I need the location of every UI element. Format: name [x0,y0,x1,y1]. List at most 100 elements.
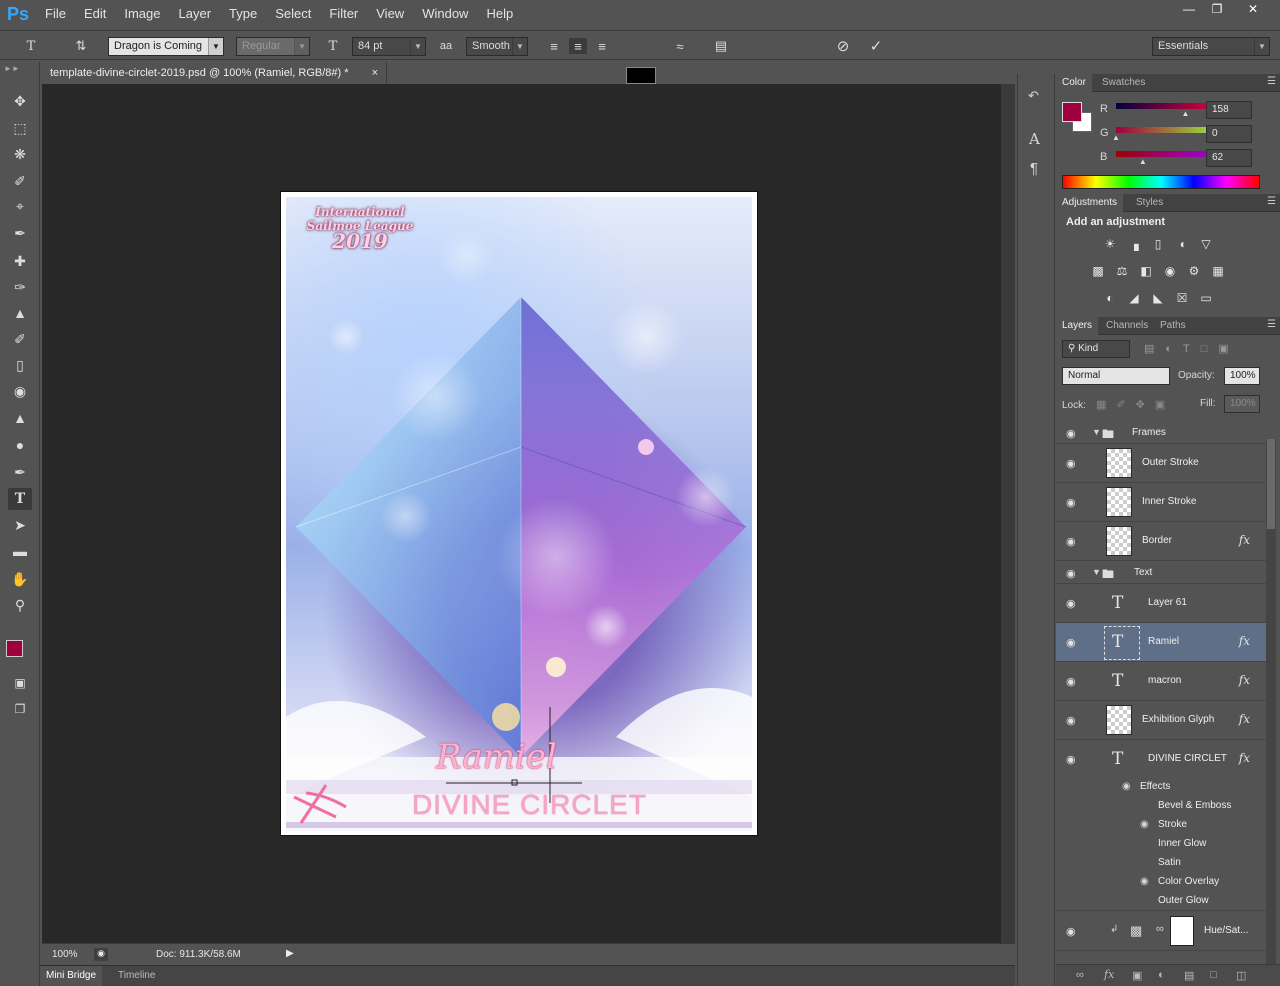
character-panel-icon[interactable]: A [1029,130,1040,148]
eye-icon[interactable]: ◉ [1122,781,1131,792]
layer-group-text[interactable]: ◉ ▼ 🖿 Text [1056,561,1266,584]
tab-paths[interactable]: Paths [1154,317,1192,335]
history-panel-icon[interactable]: ↶ [1028,88,1039,104]
layer-filter-select[interactable]: ⚲ Kind [1062,340,1130,358]
paragraph-panel-icon[interactable]: ¶ [1030,160,1038,177]
blue-value-field[interactable]: 62 [1206,149,1252,167]
align-center-icon[interactable]: ≡ [569,38,587,54]
hue-saturation-icon[interactable]: ▩ [1090,264,1106,278]
zoom-level[interactable]: 100% [52,949,78,960]
new-layer-icon[interactable]: □ [1210,969,1217,981]
layer-macron[interactable]: ◉ T macron fx [1056,662,1266,701]
posterize-icon[interactable]: ◢ [1126,291,1142,305]
tab-swatches[interactable]: Swatches [1096,74,1151,92]
eye-icon[interactable]: ◉ [1066,675,1080,688]
tab-channels[interactable]: Channels [1100,317,1154,335]
effect-satin[interactable]: Satin [1056,854,1266,873]
foreground-color-swatch[interactable] [6,640,23,657]
document-canvas[interactable]: International Sailmoe League 2019 Ramiel… [280,191,758,836]
levels-icon[interactable]: ▗ [1126,237,1142,251]
new-group-icon[interactable]: ▤ [1184,969,1194,982]
font-size-select[interactable]: 84 pt ▼ [352,37,426,56]
crop-tool-icon[interactable]: ⌖ [8,195,32,217]
black-white-icon[interactable]: ◧ [1138,264,1154,278]
eye-icon[interactable]: ◉ [1066,636,1080,649]
fx-icon[interactable]: fx [1239,712,1250,726]
add-style-icon[interactable]: fx [1104,968,1114,981]
fx-icon[interactable]: fx [1239,533,1250,547]
menu-layer[interactable]: Layer [170,0,221,28]
hand-tool-icon[interactable]: ✋ [8,568,32,590]
panel-menu-icon[interactable]: ☰ [1267,76,1276,87]
healing-brush-tool-icon[interactable]: ✚ [8,250,32,272]
align-right-icon[interactable]: ≡ [593,38,611,54]
fill-field[interactable]: 100% [1224,395,1260,413]
text-orientation-icon[interactable]: ⇅ [72,38,90,54]
marquee-tool-icon[interactable]: ⬚ [8,117,32,139]
eye-icon[interactable]: ◉ [1066,567,1080,580]
antialias-select[interactable]: Smooth ▼ [466,37,528,56]
type-tool-preset-icon[interactable]: T [22,38,40,54]
eraser-tool-icon[interactable]: ▯ [8,354,32,376]
trash-icon[interactable]: ◫ [1236,969,1246,982]
eye-icon[interactable]: ◉ [1066,925,1080,938]
warp-text-icon[interactable]: ≈ [671,38,689,54]
effect-color-overlay[interactable]: ◉ Color Overlay [1056,873,1266,892]
effect-stroke[interactable]: ◉ Stroke [1056,816,1266,835]
menu-view[interactable]: View [367,0,413,28]
menu-window[interactable]: Window [413,0,477,28]
red-value-field[interactable]: 158 [1206,101,1252,119]
color-lookup-icon[interactable]: ▦ [1210,264,1226,278]
vibrance-icon[interactable]: ▽ [1198,237,1214,251]
curves-icon[interactable]: ▯ [1150,237,1166,251]
gradient-map-icon[interactable]: ▭ [1198,291,1214,305]
layer-group-frames[interactable]: ◉ ▼ 🖿 Frames [1056,421,1266,444]
photo-filter-icon[interactable]: ◉ [1162,264,1178,278]
layer-outer-stroke[interactable]: ◉ Outer Stroke [1056,444,1266,483]
menu-help[interactable]: Help [477,0,522,28]
blur-tool-icon[interactable]: ▲ [8,407,32,429]
selective-color-icon[interactable]: ☒ [1174,291,1190,305]
tab-mini-bridge[interactable]: Mini Bridge [40,966,103,986]
type-tool-icon[interactable]: T [8,488,32,510]
dodge-tool-icon[interactable]: ● [8,434,32,456]
add-mask-icon[interactable]: ▣ [1132,969,1142,982]
character-panel-icon[interactable]: ▤ [712,38,730,54]
pen-tool-icon[interactable]: ✒ [8,461,32,483]
exposure-icon[interactable]: ◖ [1174,237,1190,251]
vertical-scrollbar[interactable] [1001,84,1015,943]
cancel-icon[interactable]: ⊘ [834,38,852,55]
color-balance-icon[interactable]: ⚖ [1114,264,1130,278]
menu-edit[interactable]: Edit [75,0,115,28]
brightness-icon[interactable]: ☀ [1102,237,1118,251]
document-tab[interactable]: template-divine-circlet-2019.psd @ 100% … [42,62,387,84]
channel-mixer-icon[interactable]: ⚙ [1186,264,1202,278]
move-tool-icon[interactable]: ✥ [8,90,32,112]
opacity-field[interactable]: 100% [1224,367,1260,385]
new-adjustment-icon[interactable]: ◐ [1158,969,1165,981]
path-selection-tool-icon[interactable]: ➤ [8,514,32,536]
eye-icon[interactable]: ◉ [1140,876,1149,887]
eye-icon[interactable]: ◉ [1066,714,1080,727]
layer-divine-circlet[interactable]: ◉ T DIVINE CIRCLET fx [1056,740,1266,779]
tab-adjustments[interactable]: Adjustments [1056,194,1124,212]
eye-icon[interactable]: ◉ [1066,753,1080,766]
green-slider-thumb[interactable]: ▲ [1112,133,1120,142]
panel-menu-icon[interactable]: ☰ [1267,196,1276,207]
panel-menu-icon[interactable]: ☰ [1267,319,1276,330]
layer-exhibition-glyph[interactable]: ◉ Exhibition Glyph fx [1056,701,1266,740]
eye-icon[interactable]: ◉ [1066,457,1080,470]
font-style-select[interactable]: Regular ▼ [236,37,310,56]
rectangle-tool-icon[interactable]: ▬ [8,540,32,562]
menu-type[interactable]: Type [220,0,266,28]
color-spectrum-bar[interactable] [1062,175,1260,189]
minimize-icon[interactable]: — [1174,0,1204,18]
close-window-icon[interactable]: ✕ [1238,0,1268,18]
lock-icons[interactable]: ▦✐✥▣ [1096,398,1175,411]
scrollbar-thumb[interactable] [1267,439,1275,529]
eyedropper-tool-icon[interactable]: ✒ [8,222,32,244]
eye-icon[interactable]: ◉ [1066,427,1080,440]
eye-icon[interactable]: ◉ [1066,496,1080,509]
disclosure-triangle-icon[interactable]: ▼ [1092,427,1101,437]
link-icon[interactable]: ∞ [1156,923,1164,935]
